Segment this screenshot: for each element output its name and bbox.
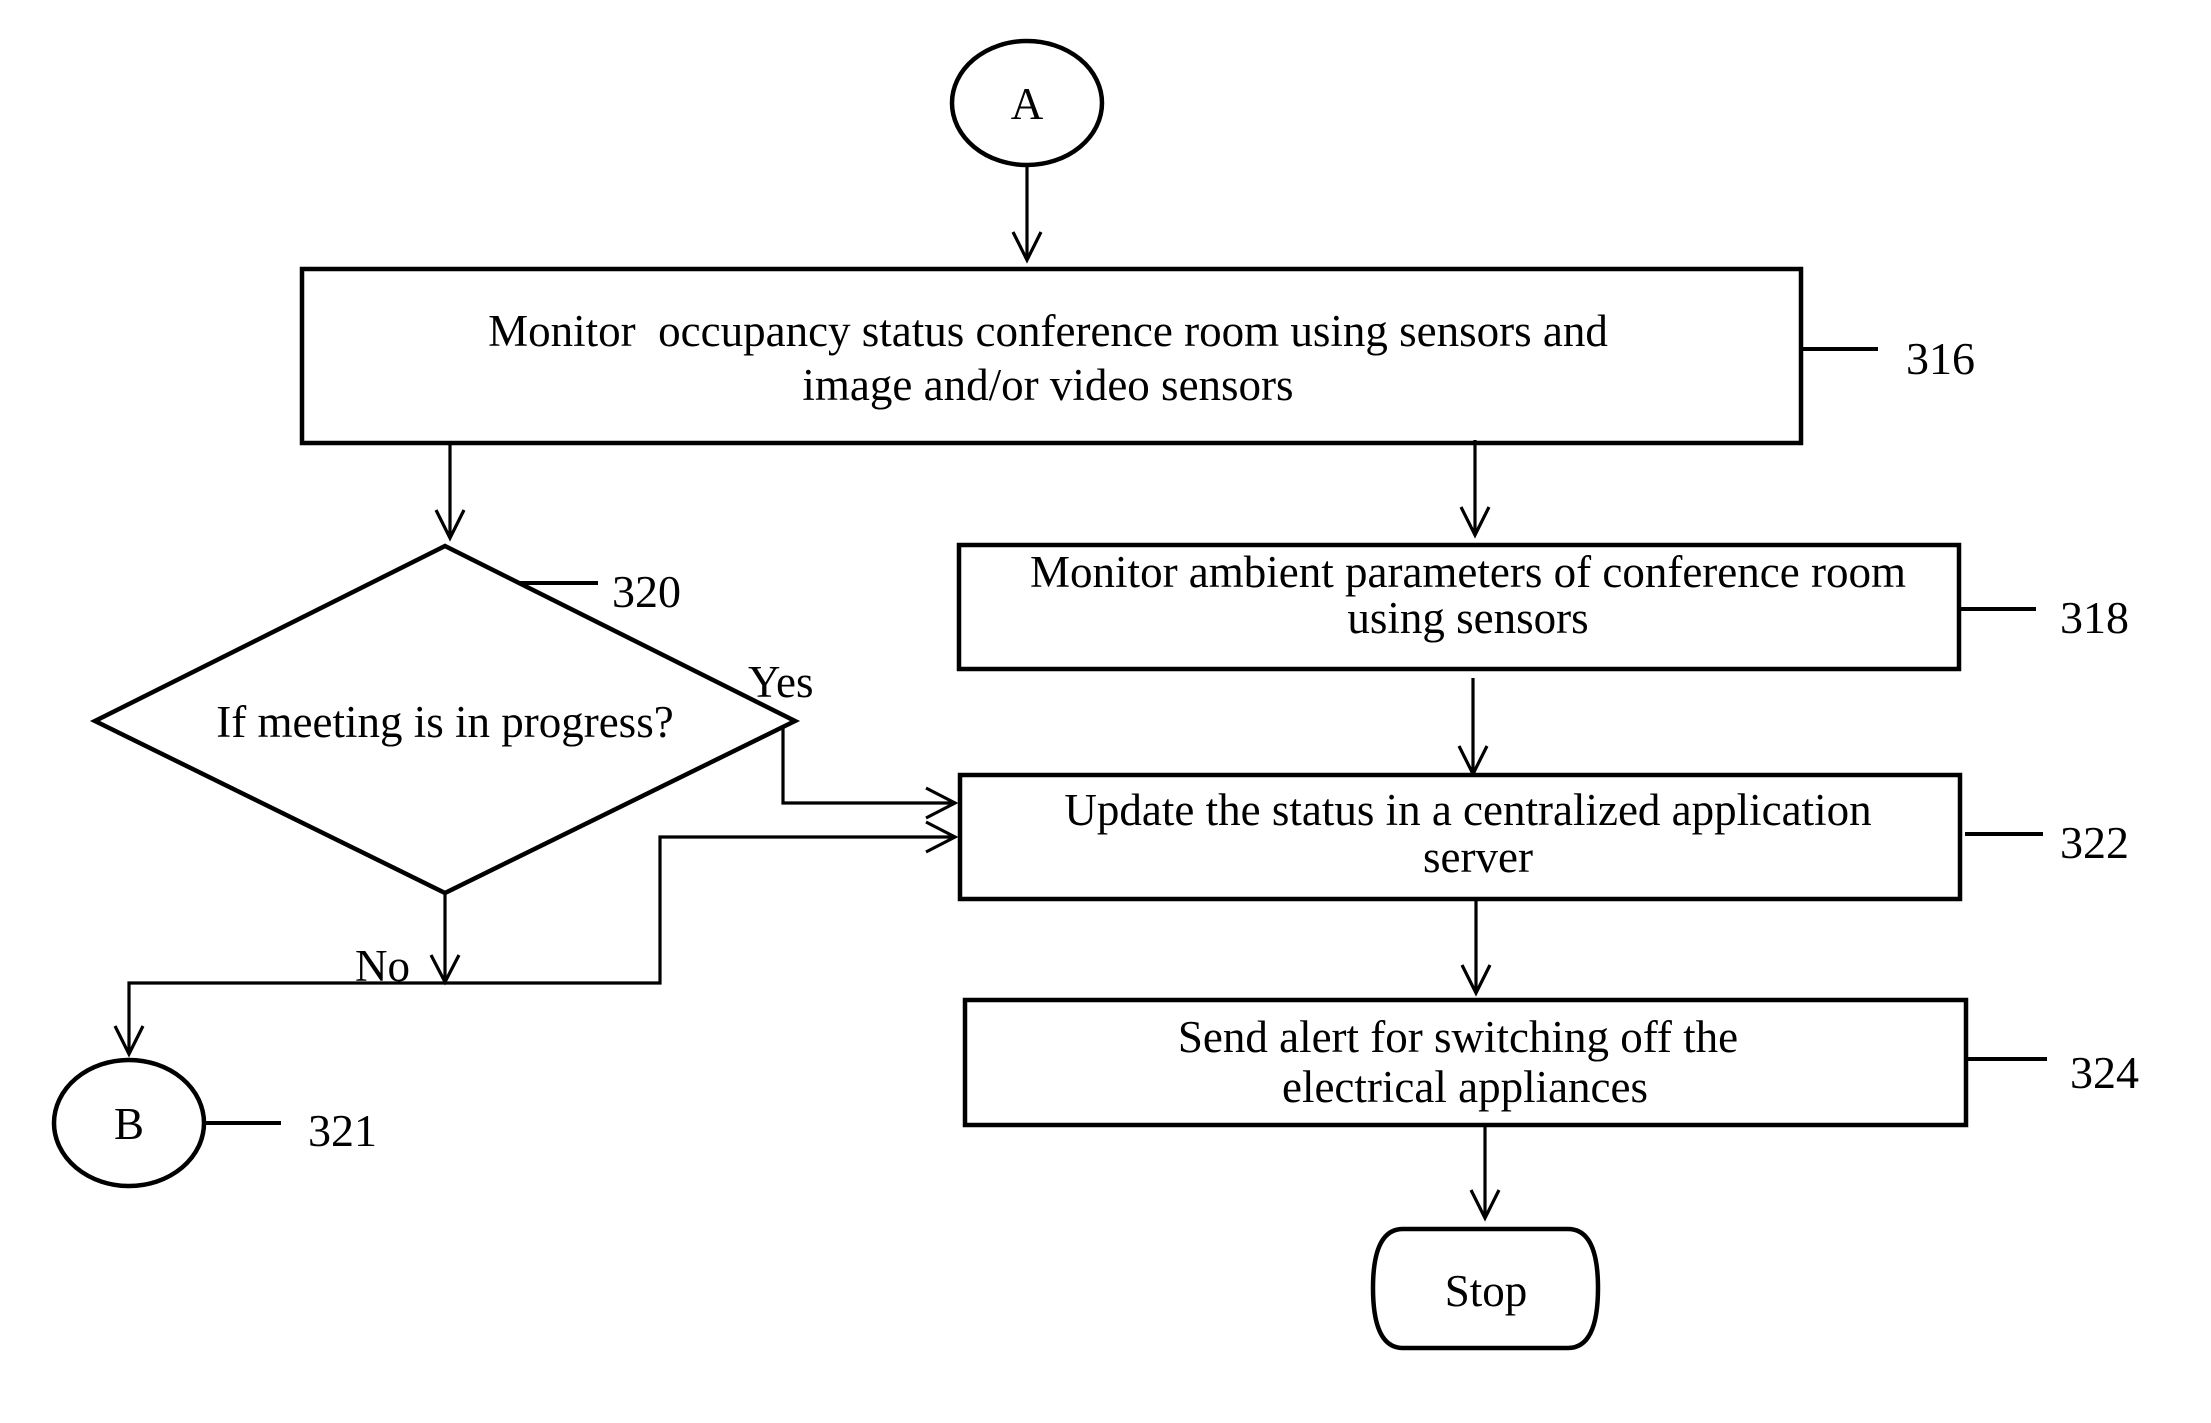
step-monitor-ambient: Monitor ambient parameters of conference… xyxy=(956,542,2129,672)
decision-question: If meeting is in progress? xyxy=(216,697,673,747)
ref-number-318: 318 xyxy=(2060,592,2129,643)
arrow-yes-to-322 xyxy=(781,726,959,820)
arrow-318-to-322 xyxy=(1457,678,1489,778)
decision-meeting-in-progress: If meeting is in progress? 320 Yes No xyxy=(89,543,813,991)
arrow-316-to-320 xyxy=(434,443,466,542)
step-send-alert-line-2: electrical appliances xyxy=(1282,1062,1648,1112)
connector-b-label: B xyxy=(114,1099,144,1149)
ref-number-324: 324 xyxy=(2070,1047,2139,1098)
step-update-status-line-1: Update the status in a centralized appli… xyxy=(1064,785,1871,835)
connector-b: B 321 xyxy=(51,1057,377,1189)
step-monitor-occupancy-line-1: Monitor occupancy status conference room… xyxy=(488,306,1608,356)
arrow-316-to-318 xyxy=(1459,440,1491,539)
ref-number-316: 316 xyxy=(1906,333,1975,384)
ref-number-320: 320 xyxy=(612,566,681,617)
step-monitor-occupancy: Monitor occupancy status conference room… xyxy=(299,266,1975,446)
step-monitor-ambient-line-2: using sensors xyxy=(1347,593,1588,643)
ref-number-322: 322 xyxy=(2060,817,2129,868)
terminal-stop-label: Stop xyxy=(1445,1266,1528,1316)
step-send-alert: Send alert for switching off the electri… xyxy=(962,997,2139,1128)
arrow-322-to-324 xyxy=(1460,899,1492,997)
step-monitor-occupancy-line-2: image and/or video sensors xyxy=(802,360,1293,410)
step-update-status-line-2: server xyxy=(1423,832,1533,882)
arrow-no-path xyxy=(113,820,959,1058)
connector-a-label: A xyxy=(1011,79,1044,129)
flowchart-canvas: A Monitor occupancy status conference ro… xyxy=(51,38,2139,1351)
connector-a: A xyxy=(949,38,1105,168)
arrow-a-to-316 xyxy=(1011,166,1043,264)
terminal-stop: Stop xyxy=(1370,1226,1601,1351)
yes-label: Yes xyxy=(748,657,813,707)
step-update-status: Update the status in a centralized appli… xyxy=(957,772,2129,902)
step-send-alert-line-1: Send alert for switching off the xyxy=(1178,1012,1738,1062)
arrow-324-to-stop xyxy=(1469,1125,1501,1222)
step-monitor-occupancy-box xyxy=(299,266,1804,446)
step-monitor-ambient-line-1: Monitor ambient parameters of conference… xyxy=(1030,547,1906,597)
ref-number-321: 321 xyxy=(308,1105,377,1156)
